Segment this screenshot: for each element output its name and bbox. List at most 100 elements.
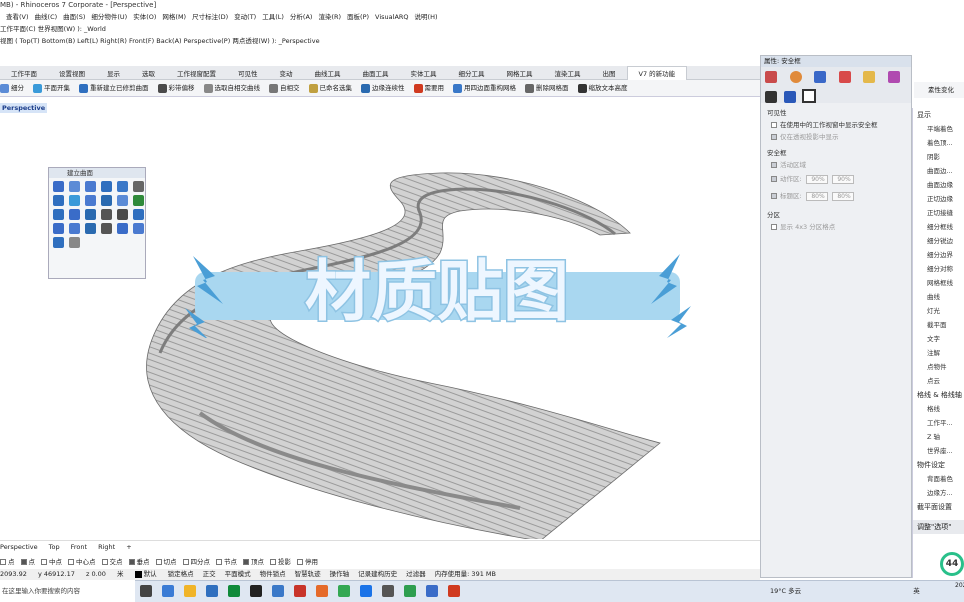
display-option[interactable]: 细分边界	[913, 248, 964, 262]
show-in-viewport-checkbox[interactable]	[771, 122, 777, 128]
title-width-field[interactable]: 80%	[805, 191, 828, 201]
display-option[interactable]: 灯光	[913, 304, 964, 318]
ribbon-tab[interactable]: 出图	[592, 67, 627, 81]
ribbon-tab[interactable]: 工作平面	[0, 67, 48, 81]
taskbar-app-icon[interactable]	[250, 585, 262, 597]
title-height-field[interactable]: 80%	[831, 191, 854, 201]
display-option[interactable]: 点物件	[913, 360, 964, 374]
osnap-option[interactable]: 交点	[101, 558, 123, 566]
osnap-option[interactable]: 四分点	[182, 558, 210, 566]
surface-tool-icon[interactable]	[53, 223, 64, 234]
display-option[interactable]: 曲面边缘	[913, 178, 964, 192]
taskbar-app-icon[interactable]	[426, 585, 438, 597]
menu-item[interactable]: 细分物件(U)	[91, 13, 127, 21]
ribbon-tab[interactable]: 网格工具	[496, 67, 544, 81]
input-language[interactable]: 英	[913, 587, 920, 595]
grid-option[interactable]: Z 轴	[913, 430, 964, 444]
osnap-checkbox[interactable]	[243, 559, 249, 565]
status-toggle[interactable]: 操作轴	[330, 570, 350, 578]
environment-icon[interactable]	[887, 71, 900, 83]
title-area-checkbox[interactable]	[771, 193, 777, 199]
grid-option[interactable]: 工作平...	[913, 416, 964, 430]
toolbar-button[interactable]: 已命名选集	[308, 80, 352, 97]
ribbon-tab[interactable]: 曲面工具	[352, 67, 400, 81]
osnap-checkbox[interactable]	[216, 559, 222, 565]
surface-tool-icon[interactable]	[101, 181, 112, 192]
viewport-tab[interactable]: Top	[49, 543, 60, 551]
status-toggle[interactable]: 过滤器	[406, 570, 426, 578]
surface-tool-icon[interactable]	[117, 209, 128, 220]
osnap-checkbox[interactable]	[155, 559, 162, 565]
display-option[interactable]: 平端着色	[913, 122, 964, 136]
osnap-checkbox[interactable]	[270, 559, 276, 565]
display-option[interactable]: 网格框线	[913, 276, 964, 290]
osnap-option[interactable]: 停用	[297, 558, 318, 566]
display-option[interactable]: 着色顶...	[913, 136, 964, 150]
taskbar-search[interactable]: 在这里输入你要搜索的内容	[0, 580, 135, 602]
toolbar-button[interactable]: 自相交	[269, 80, 300, 97]
toolbar-button[interactable]: 需要用	[413, 80, 444, 97]
live-area-checkbox[interactable]	[771, 162, 777, 168]
menu-item[interactable]: 曲线(C)	[35, 13, 58, 21]
toolbar-button[interactable]: 平面开集	[33, 80, 70, 97]
taskbar-app-icon[interactable]	[228, 585, 240, 597]
clock[interactable]: 202	[955, 580, 964, 591]
display-option[interactable]: 曲线	[913, 290, 964, 304]
perspective-only-option[interactable]: 仅在透视投影中显示	[761, 131, 911, 143]
osnap-option[interactable]: 投影	[270, 558, 291, 566]
surface-tool-icon[interactable]	[69, 223, 80, 234]
material-icon[interactable]	[789, 71, 802, 83]
menu-item[interactable]: 工具(L)	[262, 13, 284, 21]
taskbar-app-icon[interactable]	[184, 585, 196, 597]
ribbon-tab[interactable]: 显示	[96, 67, 131, 81]
taskbar-app-icon[interactable]	[360, 585, 372, 597]
taskbar-app-icon[interactable]	[294, 585, 306, 597]
osnap-checkbox[interactable]	[297, 559, 303, 565]
display-option[interactable]: 截平面	[913, 318, 964, 332]
surface-tool-icon[interactable]	[69, 209, 80, 220]
folder-icon[interactable]	[863, 71, 876, 83]
weather-text[interactable]: 19°C 多云	[770, 587, 801, 595]
light-icon[interactable]	[838, 71, 851, 83]
osnap-checkbox[interactable]	[128, 559, 135, 565]
surface-tool-icon[interactable]	[117, 223, 128, 234]
surface-tool-icon[interactable]	[133, 209, 144, 220]
surface-tool-icon[interactable]	[69, 181, 80, 192]
display-option[interactable]: 细分框线	[913, 220, 964, 234]
status-toggle[interactable]: 物件锁点	[260, 570, 286, 578]
display-option[interactable]: 曲面边...	[913, 164, 964, 178]
viewport-label[interactable]: Perspective	[0, 103, 48, 113]
osnap-option[interactable]: 点	[20, 558, 35, 566]
osnap-option[interactable]: 中点	[41, 558, 62, 566]
surface-tool-icon[interactable]	[101, 195, 112, 206]
safe-frame-icon[interactable]	[802, 89, 817, 103]
render-icon[interactable]	[814, 71, 827, 83]
toolbar-button[interactable]: 用四边面重构网格	[453, 80, 516, 97]
toolbar-button[interactable]: 彩带偏移	[157, 80, 195, 97]
surface-tool-icon[interactable]	[69, 237, 80, 248]
menu-item[interactable]: 渲染(R)	[318, 13, 341, 21]
menu-item[interactable]: 曲面(S)	[63, 13, 85, 21]
osnap-checkbox[interactable]	[20, 559, 27, 565]
osnap-option[interactable]: 中心点	[68, 558, 96, 566]
taskbar-app-icon[interactable]	[162, 585, 174, 597]
menu-item[interactable]: 实体(O)	[133, 13, 156, 21]
display-option[interactable]: 阴影	[913, 150, 964, 164]
layer-swatch[interactable]	[134, 570, 142, 578]
display-option[interactable]: 细分对称	[913, 262, 964, 276]
adjust-options-button[interactable]: 调整"选项"	[913, 520, 964, 534]
surface-tool-icon[interactable]	[133, 195, 144, 206]
menu-item[interactable]: 尺寸标注(D)	[192, 13, 228, 21]
ribbon-tab[interactable]: 可见性	[227, 67, 269, 81]
toolbar-button[interactable]: 重新建立已修剪曲面	[79, 80, 149, 97]
material-change-button[interactable]: 素性变化	[914, 82, 964, 98]
surface-tool-icon[interactable]	[53, 195, 64, 206]
osnap-option[interactable]: 节点	[216, 558, 237, 566]
toolbar-button[interactable]: 选取自相交曲线	[203, 80, 260, 97]
toolbar-button[interactable]: 删除网格面	[525, 80, 569, 97]
menu-item[interactable]: 面板(P)	[347, 13, 369, 21]
ribbon-tab[interactable]: 曲线工具	[304, 67, 352, 81]
grid-option[interactable]: 世界座...	[913, 444, 964, 458]
ribbon-tab[interactable]: 选取	[131, 67, 166, 81]
osnap-option[interactable]: 垂点	[128, 558, 150, 566]
